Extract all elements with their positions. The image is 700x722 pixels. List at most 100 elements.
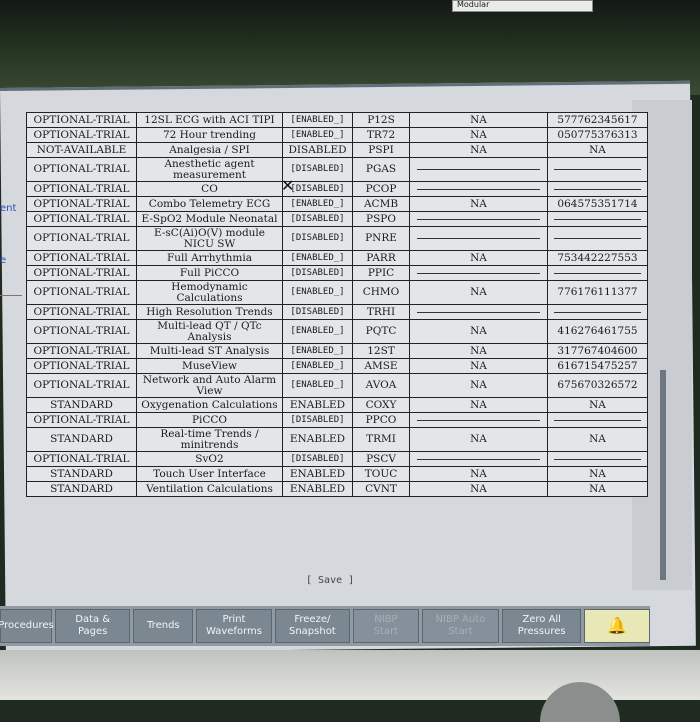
alarm-silence-button[interactable]: 🔔 [584,609,651,643]
table-row[interactable]: OPTIONAL-TRIAL Combo Telemetry ECG [ENABLE… [26,196,648,212]
empty-field-line [553,272,642,274]
enabled-state-cell[interactable]: ENABLED [282,397,353,413]
status-cell: STANDARD [26,466,137,482]
save-button[interactable]: [ Save ] [306,575,354,586]
empty-field-line [553,311,642,313]
enabled-state-cell[interactable]: [ENABLED_] [282,343,353,359]
option-code-cell: P12S [352,112,410,128]
data-pages-button[interactable]: Data & Pages [55,609,131,643]
license-key-cell [547,412,648,428]
option-code-cell: PCOP [352,181,410,197]
license-key-cell: NA [547,142,648,158]
license-key-cell: NA [547,427,648,452]
status-cell: OPTIONAL-TRIAL [26,373,137,398]
expiry-cell: NA [409,319,548,344]
side-panel: ent e [0,110,24,310]
table-row[interactable]: STANDARD Ventilation Calculations ENABLED C… [26,481,648,497]
enabled-state-cell[interactable]: [DISABLED] [282,412,353,428]
option-name-cell: Full Arrhythmia [136,250,283,266]
enabled-state-cell[interactable]: ENABLED [282,427,353,452]
enabled-state-cell[interactable]: [DISABLED] [282,304,353,320]
status-cell: OPTIONAL-TRIAL [26,250,137,266]
table-row[interactable]: OPTIONAL-TRIAL MuseView [ENABLED_] AMSE NA 61… [26,358,648,374]
status-cell: OPTIONAL-TRIAL [26,181,137,197]
table-row[interactable]: OPTIONAL-TRIAL E-SpO2 Module Neonatal [DIS… [26,211,648,227]
enabled-state-cell[interactable]: [ENABLED_] [282,127,353,143]
table-row[interactable]: STANDARD Touch User Interface ENABLED TOUC N… [26,466,648,482]
option-name-cell: PiCCO [136,412,283,428]
option-name-cell: Multi-lead ST Analysis [136,343,283,359]
table-row[interactable]: OPTIONAL-TRIAL 72 Hour trending [ENABLED_]… [26,127,648,143]
option-name-cell: Oxygenation Calculations [136,397,283,413]
option-code-cell: TRHI [352,304,410,320]
option-code-cell: TOUC [352,466,410,482]
option-name-cell: Real-time Trends / minitrends [136,427,283,452]
table-row[interactable]: OPTIONAL-TRIAL Full PiCCO [DISABLED] PPIC [26,265,648,281]
empty-field-line [553,168,642,170]
scrollbar[interactable] [660,370,666,580]
pointer-cursor-icon: ✕ [281,176,295,195]
status-cell: OPTIONAL-TRIAL [26,412,137,428]
expiry-cell [409,412,548,428]
table-row[interactable]: OPTIONAL-TRIAL 12SL ECG with ACI TIPI [ENA… [26,112,648,128]
trends-button[interactable]: Trends [133,609,194,643]
license-key-cell: 776176111377 [547,280,648,305]
side-link-b[interactable]: e [0,255,6,266]
table-row[interactable]: OPTIONAL-TRIAL Anesthetic agent measureme… [26,157,648,182]
table-row[interactable]: OPTIONAL-TRIAL High Resolution Trends [DIS… [26,304,648,320]
license-key-cell: NA [547,481,648,497]
side-link-a[interactable]: ent [0,203,16,214]
expiry-cell: NA [409,280,548,305]
enabled-state-cell[interactable]: [ENABLED_] [282,280,353,305]
enabled-state-cell[interactable]: DISABLED [282,142,353,158]
expiry-cell [409,181,548,197]
status-cell: OPTIONAL-TRIAL [26,280,137,305]
freeze-snapshot-button[interactable]: Freeze/ Snapshot [274,609,351,643]
table-row[interactable]: STANDARD Oxygenation Calculations ENABLED C… [26,397,648,413]
option-code-cell: PSPI [352,142,410,158]
enabled-state-cell[interactable]: [ENABLED_] [282,373,353,398]
enabled-state-cell[interactable]: [ENABLED_] [282,250,353,266]
option-name-cell: Network and Auto Alarm View [136,373,283,398]
empty-field-line [553,419,642,421]
table-row[interactable]: NOT-AVAILABLE Analgesia / SPI DISABLED PSPI… [26,142,648,158]
option-code-cell: PPCO [352,412,410,428]
enabled-state-cell[interactable]: [DISABLED] [282,265,353,281]
enabled-state-cell[interactable]: [DISABLED] [282,451,353,467]
license-key-cell: 577762345617 [547,112,648,128]
table-row[interactable]: OPTIONAL-TRIAL Full Arrhythmia [ENABLED_] P… [26,250,648,266]
enabled-state-cell[interactable]: [ENABLED_] [282,319,353,344]
table-row[interactable]: OPTIONAL-TRIAL Hemodynamic Calculations [E… [26,280,648,305]
table-row[interactable]: OPTIONAL-TRIAL PiCCO [DISABLED] PPCO [26,412,648,428]
status-cell: NOT-AVAILABLE [26,142,137,158]
software-options-table: OPTIONAL-TRIAL 12SL ECG with ACI TIPI [ENA… [26,112,648,497]
procedures-button[interactable]: Procedures [0,609,54,643]
enabled-state-cell[interactable]: [DISABLED] [282,211,353,227]
table-row[interactable]: OPTIONAL-TRIAL Network and Auto Alarm Vie… [26,373,648,398]
enabled-state-cell[interactable]: ENABLED [282,466,353,482]
table-row[interactable]: OPTIONAL-TRIAL CO [DISABLED] PCOP [26,181,648,197]
nibp-auto-start-button[interactable]: NIBP Auto Start [421,609,500,643]
option-code-cell: ACMB [352,196,410,212]
option-code-cell: AVOA [352,373,410,398]
enabled-state-cell[interactable]: [ENABLED_] [282,196,353,212]
enabled-state-cell[interactable]: [ENABLED_] [282,112,353,128]
table-row[interactable]: OPTIONAL-TRIAL SvO2 [DISABLED] PSCV [26,451,648,467]
enabled-state-cell[interactable]: [DISABLED] [282,226,353,251]
license-key-cell [547,181,648,197]
empty-field-line [417,188,540,190]
table-row[interactable]: OPTIONAL-TRIAL Multi-lead ST Analysis [ENA… [26,343,648,359]
license-key-cell [547,226,648,251]
zero-all-pressures-button[interactable]: Zero All Pressures [502,609,582,643]
table-row[interactable]: STANDARD Real-time Trends / minitrends ENA… [26,427,648,452]
print-waveforms-button[interactable]: Print Waveforms [196,609,272,643]
license-key-cell: NA [547,397,648,413]
nibp-start-button[interactable]: NIBP Start [353,609,419,643]
enabled-state-cell[interactable]: [ENABLED_] [282,358,353,374]
expiry-cell: NA [409,481,548,497]
table-row[interactable]: OPTIONAL-TRIAL Multi-lead QT / QTc Analys… [26,319,648,344]
table-row[interactable]: OPTIONAL-TRIAL E-sC(Ai)O(V) module NICU S… [26,226,648,251]
expiry-cell: NA [409,127,548,143]
expiry-cell: NA [409,358,548,374]
enabled-state-cell[interactable]: ENABLED [282,481,353,497]
